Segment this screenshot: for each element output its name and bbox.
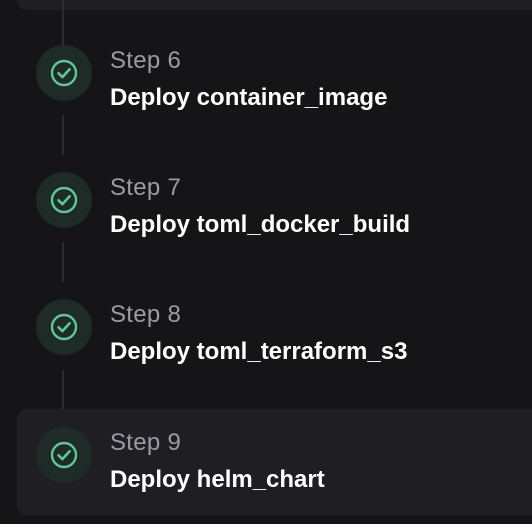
step-9-item[interactable]: Step 9 Deploy helm_chart (17, 409, 532, 515)
step-status (36, 427, 92, 483)
step-status (36, 299, 92, 355)
step-7-item[interactable]: Step 7 Deploy toml_docker_build (0, 172, 532, 282)
pipeline-steps-list: Step 6 Deploy container_image Step 7 Dep… (0, 0, 532, 524)
check-circle-icon (50, 186, 78, 214)
previous-step-card[interactable] (17, 0, 532, 10)
step-status (36, 45, 92, 101)
check-circle-icon (50, 59, 78, 87)
step-title: Deploy toml_terraform_s3 (110, 338, 408, 365)
step-number: Step 7 (110, 174, 182, 201)
step-number: Step 8 (110, 301, 182, 328)
check-circle-icon (50, 441, 78, 469)
check-circle-icon (50, 313, 78, 341)
step-connector (62, 0, 64, 45)
step-8-item[interactable]: Step 8 Deploy toml_terraform_s3 (0, 299, 532, 409)
step-title: Deploy container_image (110, 84, 388, 111)
step-title: Deploy toml_docker_build (110, 211, 411, 238)
step-6-item[interactable]: Step 6 Deploy container_image (0, 45, 532, 155)
step-number: Step 6 (110, 47, 182, 74)
step-status (36, 172, 92, 228)
step-number: Step 9 (110, 429, 182, 456)
step-title: Deploy helm_chart (110, 466, 325, 493)
